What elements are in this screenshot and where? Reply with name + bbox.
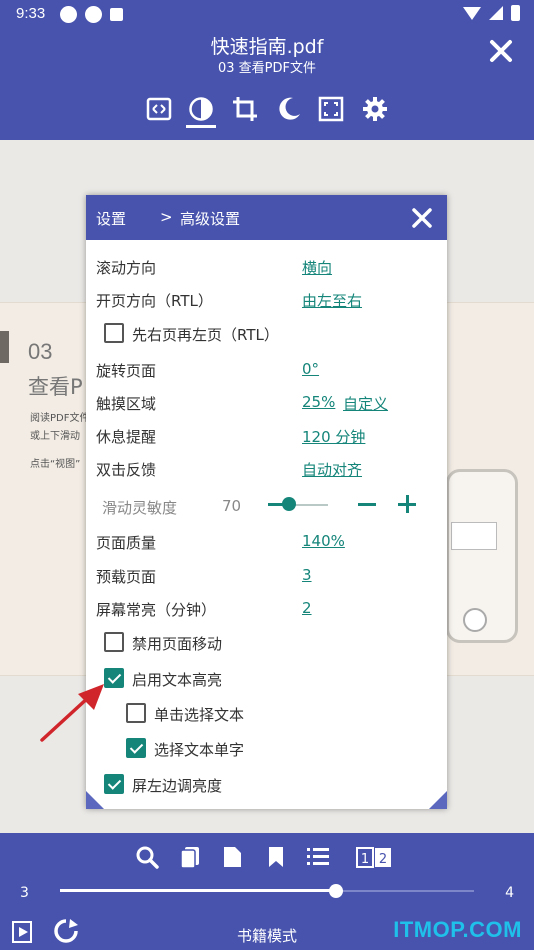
scroll-direction-label: 滚动方向: [96, 259, 157, 277]
page-icon[interactable]: [220, 845, 244, 869]
enable-text-highlight-label: 启用文本高亮: [132, 671, 223, 689]
preload-pages-value[interactable]: 3: [302, 566, 312, 584]
fit-width-icon[interactable]: [144, 94, 174, 124]
search-icon[interactable]: [135, 845, 159, 869]
watermark-text: ITMOP.COM: [393, 917, 522, 942]
preload-pages-label: 预载页面: [96, 568, 157, 586]
page-text: 阅读PDF文件: [30, 413, 90, 424]
double-tap-label: 双击反馈: [96, 461, 157, 479]
close-icon[interactable]: [411, 207, 433, 229]
breadcrumb-separator: >: [160, 208, 173, 226]
page-text: 或上下滑动: [30, 431, 80, 442]
night-mode-icon[interactable]: [274, 94, 304, 124]
copy-icon[interactable]: [178, 845, 202, 869]
right-page-first-checkbox[interactable]: [104, 323, 124, 343]
two-page-icon[interactable]: 1 2: [356, 845, 392, 869]
rotate-page-label: 旋转页面: [96, 362, 157, 380]
active-tool-indicator: [186, 125, 216, 128]
resize-handle-right[interactable]: [429, 791, 447, 809]
svg-text:2: 2: [379, 852, 387, 867]
annotation-arrow-icon: [40, 684, 104, 742]
battery-icon: [511, 5, 520, 21]
double-tap-value[interactable]: 自动对齐: [302, 459, 362, 480]
status-system-icons: [463, 5, 520, 21]
settings-icon[interactable]: [360, 94, 390, 124]
page-end-number: 4: [505, 885, 514, 901]
minus-icon[interactable]: [358, 503, 376, 506]
page-quality-value[interactable]: 140%: [302, 532, 345, 550]
gear-icon: [60, 6, 77, 23]
top-app-bar: 9:33 快速指南.pdf 03 查看PDF文件: [0, 0, 534, 140]
rest-reminder-value[interactable]: 120 分钟: [302, 426, 365, 447]
disable-page-move-checkbox[interactable]: [104, 632, 124, 652]
close-icon[interactable]: [488, 38, 514, 64]
page-progress-thumb[interactable]: [328, 884, 343, 898]
right-page-first-label: 先右页再左页（RTL）: [132, 326, 279, 344]
scroll-direction-value[interactable]: 横向: [302, 257, 332, 278]
touch-area-label: 触摸区域: [96, 395, 157, 413]
gear-icon: [85, 6, 102, 23]
tap-select-text-label: 单击选择文本: [154, 706, 245, 724]
swipe-sensitivity-label: 滑动灵敏度: [102, 499, 178, 517]
rotate-page-value[interactable]: 0°: [302, 360, 319, 378]
bookmark-icon[interactable]: [264, 845, 288, 869]
contrast-icon[interactable]: [186, 94, 216, 124]
resize-handle-left[interactable]: [86, 791, 104, 809]
tap-select-text-checkbox[interactable]: [126, 703, 146, 723]
wifi-icon: [463, 6, 481, 20]
breadcrumb-settings[interactable]: 设置: [96, 208, 126, 229]
advanced-settings-dialog: 设置 > 高级设置 滚动方向 横向 开页方向（RTL） 由左至右 先右页再左页（…: [86, 195, 447, 809]
page-progress-fill: [60, 889, 336, 892]
select-single-char-label: 选择文本单字: [154, 741, 245, 759]
svg-text:1: 1: [361, 852, 369, 867]
disable-page-move-label: 禁用页面移动: [132, 635, 223, 653]
page-direction-value[interactable]: 由左至右: [302, 290, 362, 311]
view-toolbar: [140, 94, 400, 128]
page-direction-label: 开页方向（RTL）: [96, 292, 213, 310]
select-single-char-checkbox[interactable]: [126, 738, 146, 758]
crop-icon[interactable]: [230, 94, 260, 124]
bottom-toolbar: 1 2 3 4 书籍模式 ITMOP.COM: [0, 833, 534, 950]
phone-button: [463, 608, 487, 632]
phone-screen-card: [451, 522, 497, 550]
touch-area-value[interactable]: 25%: [302, 393, 335, 411]
page-accent-bar: [0, 331, 9, 363]
screen-on-label: 屏幕常亮（分钟）: [96, 601, 217, 619]
touch-area-custom-link[interactable]: 自定义: [343, 393, 388, 414]
left-edge-brightness-checkbox[interactable]: [104, 774, 124, 794]
dialog-header: 设置 > 高级设置: [86, 195, 447, 240]
left-edge-brightness-label: 屏左边调亮度: [132, 777, 223, 795]
swipe-sensitivity-thumb[interactable]: [282, 497, 296, 511]
plus-icon[interactable]: [398, 495, 416, 513]
status-notification-icons: [60, 6, 123, 23]
list-icon[interactable]: [306, 845, 330, 869]
fullscreen-icon[interactable]: [316, 94, 346, 124]
status-bar: 9:33: [0, 0, 534, 28]
page-heading: 查看P: [28, 375, 83, 399]
page-section-number: 03: [28, 339, 53, 364]
status-time: 9:33: [16, 5, 46, 22]
breadcrumb-advanced: 高级设置: [180, 210, 241, 228]
page-quality-label: 页面质量: [96, 534, 157, 552]
signal-icon: [489, 6, 503, 20]
document-title: 快速指南.pdf: [210, 36, 324, 58]
page-start-number: 3: [20, 885, 29, 901]
document-subtitle: 03 查看PDF文件: [217, 61, 316, 76]
rest-reminder-label: 休息提醒: [96, 428, 157, 446]
a-icon: [110, 8, 123, 21]
phone-illustration: [446, 469, 518, 643]
screen-on-value[interactable]: 2: [302, 599, 312, 617]
page-text: 点击“视图”: [30, 459, 81, 470]
swipe-sensitivity-value: 70: [222, 497, 242, 515]
